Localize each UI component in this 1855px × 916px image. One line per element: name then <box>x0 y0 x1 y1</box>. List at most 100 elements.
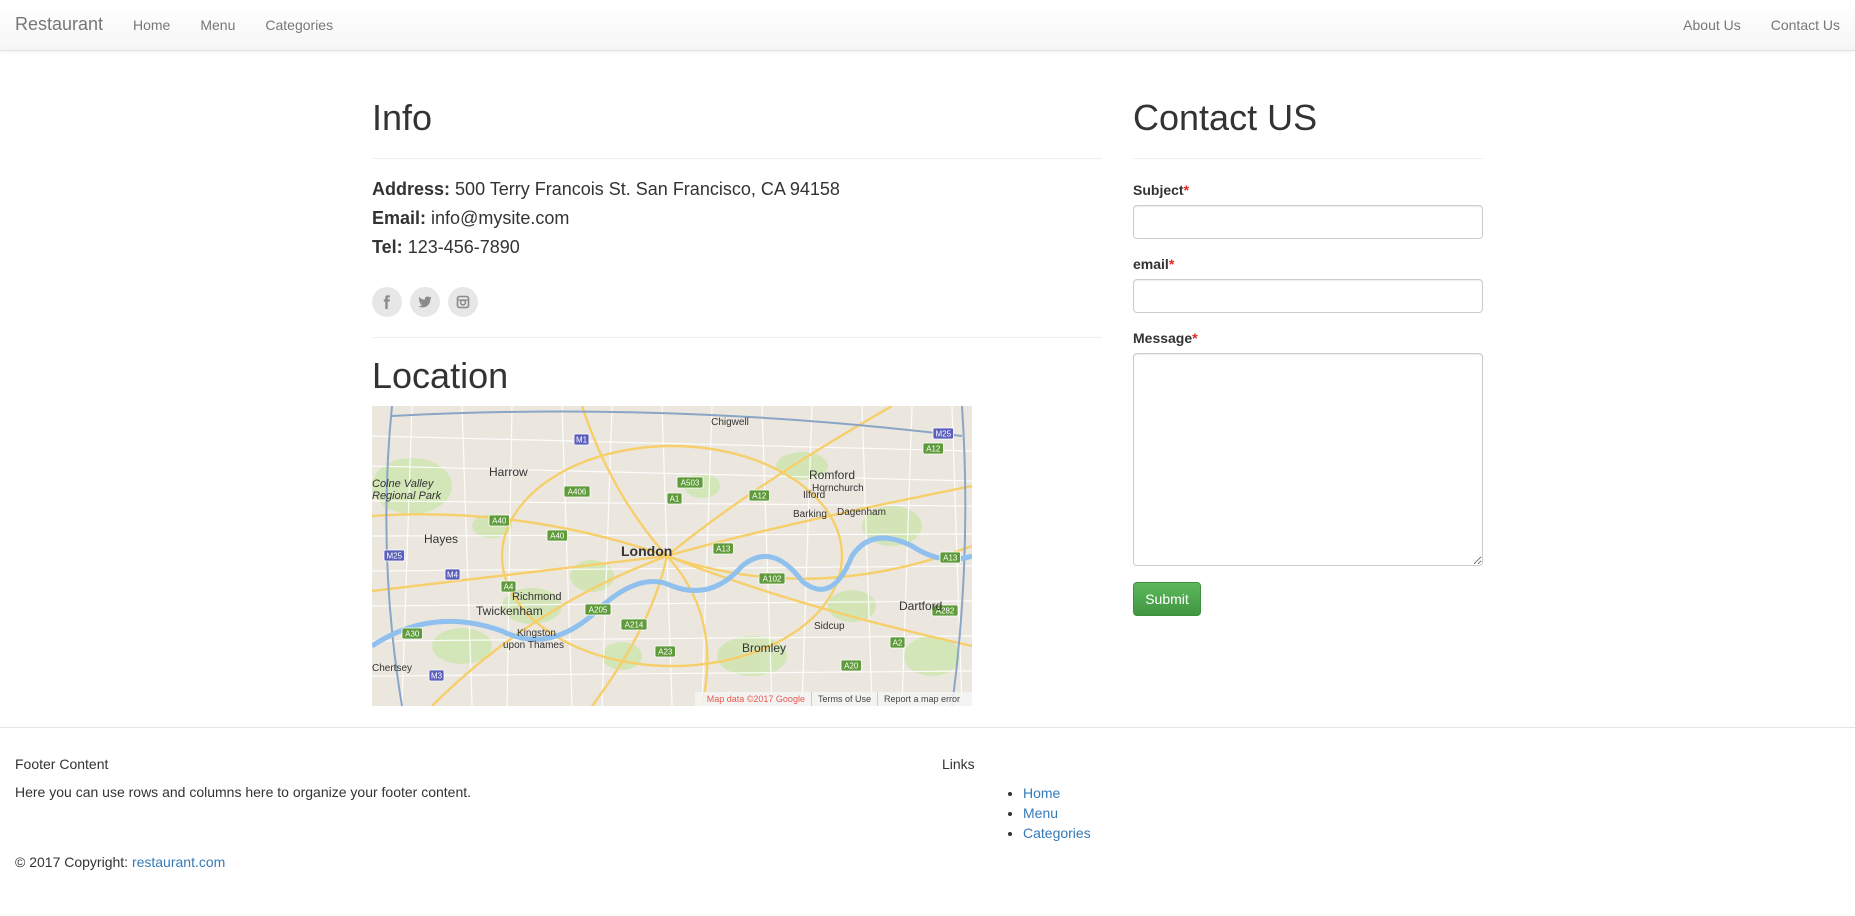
map-place-label: Hayes <box>424 532 458 546</box>
map-road-badge: A13 <box>939 551 961 564</box>
footer-content-text: Here you can use rows and columns here t… <box>15 784 472 800</box>
map-road-badge: A503 <box>676 476 704 489</box>
map-road-badge: A23 <box>654 645 676 658</box>
footer-link-home[interactable]: Home <box>1023 785 1060 801</box>
email-value: info@mysite.com <box>431 208 570 228</box>
message-label: Message* <box>1133 330 1198 346</box>
list-item: Home <box>1023 783 1091 803</box>
map-place-label: Richmond <box>512 591 562 603</box>
map-place-label: Colne Valley <box>372 478 435 490</box>
footer-divider <box>0 727 1855 728</box>
contact-title: Contact US <box>1133 97 1318 138</box>
footer-links-list: Home Menu Categories <box>983 783 1091 843</box>
svg-text:A20: A20 <box>844 662 859 671</box>
email-label: email* <box>1133 256 1174 272</box>
map-road-badge: A12 <box>922 442 944 455</box>
map-road-badge: A2 <box>889 636 906 649</box>
map-place-label: upon Thames <box>503 640 564 651</box>
svg-text:M25: M25 <box>386 552 402 561</box>
nav-link-categories[interactable]: Categories <box>250 0 348 50</box>
map-place-label: Barking <box>793 509 827 520</box>
svg-text:A40: A40 <box>492 517 507 526</box>
map-place-label: Chigwell <box>711 417 749 428</box>
facebook-button[interactable] <box>372 287 402 317</box>
map-place-label: Bromley <box>742 641 786 655</box>
map-road-badge: A40 <box>546 529 568 542</box>
top-navbar: Restaurant Home Menu Categories About Us… <box>0 0 1855 51</box>
tel-label: Tel: <box>372 237 403 257</box>
footer-link-menu[interactable]: Menu <box>1023 805 1058 821</box>
email-label-text: email <box>1133 256 1169 272</box>
contact-divider <box>1133 158 1483 159</box>
svg-text:A1: A1 <box>670 495 680 504</box>
map-road-badge: M25 <box>932 427 954 440</box>
svg-text:M3: M3 <box>431 672 443 681</box>
map-road-badge: A20 <box>840 659 862 672</box>
brand-link[interactable]: Restaurant <box>15 14 103 35</box>
map-canvas: M1M25A12A503A406A1 A12A40A40M25 A13M4A13A4… <box>372 406 972 706</box>
map-road-badge: M4 <box>444 568 461 581</box>
info-divider <box>372 158 1102 159</box>
svg-text:M1: M1 <box>576 436 588 445</box>
svg-text:M4: M4 <box>447 571 459 580</box>
map-place-label: Romford <box>809 468 855 482</box>
email-line: Email: info@mysite.com <box>372 206 569 230</box>
map-place-label: Dagenham <box>837 507 886 518</box>
map-road-badge: M25 <box>383 549 405 562</box>
email-input[interactable] <box>1133 279 1483 313</box>
info-title: Info <box>372 97 433 138</box>
footer-links-title: Links <box>942 756 975 772</box>
email-label: Email: <box>372 208 427 228</box>
subject-label-text: Subject <box>1133 182 1184 198</box>
message-textarea[interactable] <box>1133 353 1483 566</box>
submit-button[interactable]: Submit <box>1133 582 1201 616</box>
map-road-badge: A102 <box>758 572 786 585</box>
address-value: 500 Terry Francois St. San Francisco, CA… <box>455 179 840 199</box>
subject-label: Subject* <box>1133 182 1189 198</box>
map-place-label: London <box>621 543 672 559</box>
svg-text:A503: A503 <box>681 479 700 488</box>
svg-text:M25: M25 <box>935 430 951 439</box>
svg-text:A12: A12 <box>926 445 941 454</box>
map-place-label: Chertsey <box>372 663 412 674</box>
map-road-badge: A30 <box>401 627 423 640</box>
map-place-label: Kingston <box>517 628 556 639</box>
footer-link-categories[interactable]: Categories <box>1023 825 1091 841</box>
instagram-button[interactable] <box>448 287 478 317</box>
nav-left: Home Menu Categories <box>118 0 348 50</box>
map-road-badge: A205 <box>584 603 612 616</box>
map-road-badge: A40 <box>488 514 510 527</box>
map-road-badge: A13 <box>712 542 734 555</box>
twitter-button[interactable] <box>410 287 440 317</box>
map-place-label: Dartford <box>899 599 942 613</box>
svg-text:A406: A406 <box>568 488 587 497</box>
nav-link-home[interactable]: Home <box>118 0 185 50</box>
nav-link-about-us[interactable]: About Us <box>1668 0 1756 50</box>
copyright: © 2017 Copyright: restaurant.com <box>15 854 225 870</box>
map-terms-link[interactable]: Terms of Use <box>810 692 877 706</box>
map-report-error-link[interactable]: Report a map error <box>876 692 966 706</box>
required-marker: * <box>1183 182 1190 198</box>
message-label-text: Message <box>1133 330 1193 346</box>
instagram-icon <box>456 295 470 309</box>
nav-link-contact-us[interactable]: Contact Us <box>1756 0 1855 50</box>
map-road-badge: M1 <box>573 433 590 446</box>
tel-line: Tel: 123-456-7890 <box>372 235 520 259</box>
svg-text:A13: A13 <box>716 545 731 554</box>
address-label: Address: <box>372 179 451 199</box>
svg-text:A23: A23 <box>658 648 673 657</box>
svg-text:A13: A13 <box>943 554 958 563</box>
address-line: Address: 500 Terry Francois St. San Fran… <box>372 177 840 201</box>
copyright-link[interactable]: restaurant.com <box>132 854 225 870</box>
svg-text:A102: A102 <box>763 575 782 584</box>
svg-text:A40: A40 <box>550 532 565 541</box>
twitter-icon <box>418 296 432 308</box>
copyright-text: © 2017 Copyright: <box>15 854 132 870</box>
google-map[interactable]: M1 M25 A12 A503 A406 A1 A12 A40 A40 M25 A13 M4 A13 A4… <box>372 406 972 706</box>
subject-input[interactable] <box>1133 205 1483 239</box>
map-place-label: Sidcup <box>814 621 845 632</box>
nav-link-menu[interactable]: Menu <box>185 0 250 50</box>
list-item: Menu <box>1023 803 1091 823</box>
nav-right: About Us Contact Us <box>1668 0 1855 50</box>
map-place-label: Twickenham <box>476 604 543 618</box>
